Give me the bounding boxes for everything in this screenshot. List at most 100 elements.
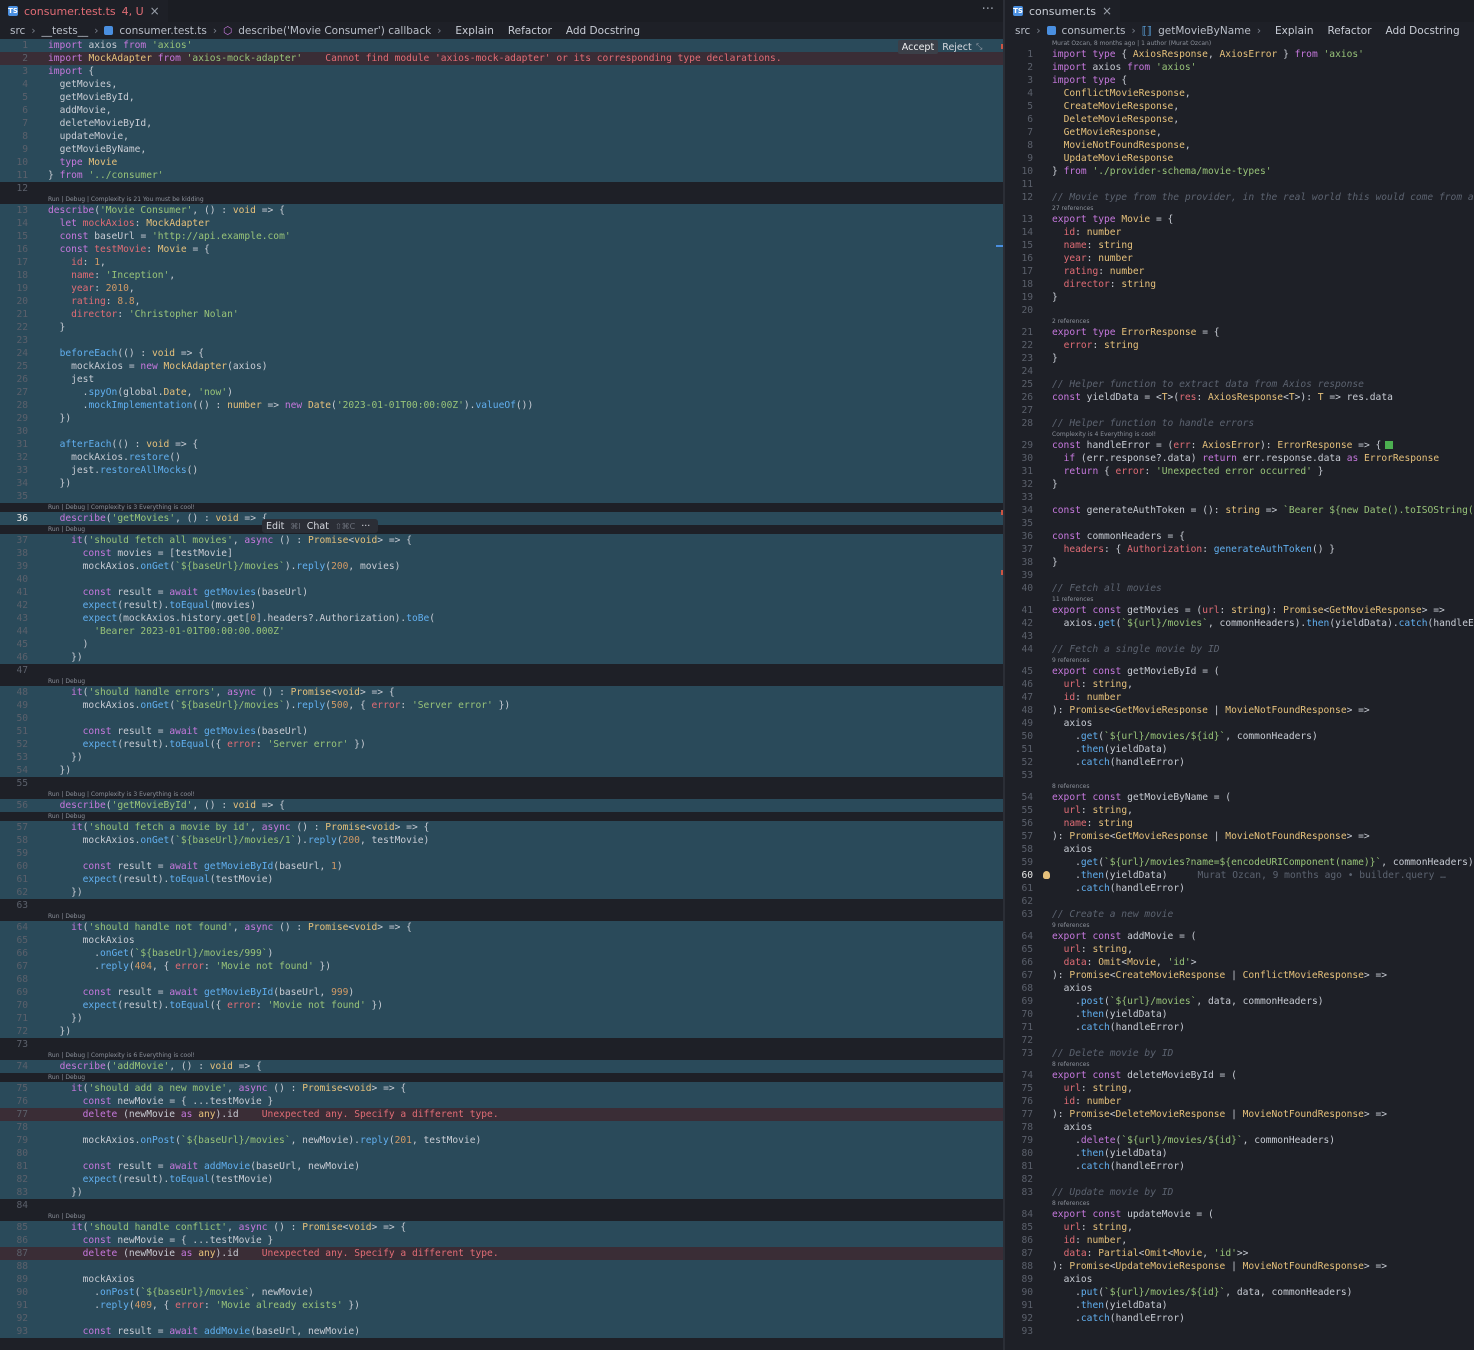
code-line[interactable]: 85 it('should handle conflict', async ()…	[0, 1221, 1004, 1234]
code-line[interactable]: 38 const movies = [testMovie]	[0, 547, 1004, 560]
explain-button[interactable]: Explain	[455, 25, 493, 37]
code-lens[interactable]: 27 references	[1052, 204, 1093, 213]
code-line[interactable]: 71 .catch(handleError)	[1005, 1021, 1474, 1034]
code-line[interactable]: 43 expect(mockAxios.history.get[0].heade…	[0, 612, 1004, 625]
breadcrumb-item[interactable]: src	[10, 25, 25, 37]
code-line[interactable]: 83 })	[0, 1186, 1004, 1199]
code-line[interactable]: 15 name: string	[1005, 239, 1474, 252]
code-line[interactable]: 93	[1005, 1325, 1474, 1338]
code-line[interactable]: 48): Promise<GetMovieResponse | MovieNot…	[1005, 704, 1474, 717]
code-line[interactable]: 23}	[1005, 352, 1474, 365]
code-line[interactable]: 42 axios.get(`${url}/movies`, commonHead…	[1005, 617, 1474, 630]
code-line[interactable]: 57 it('should fetch a movie by id', asyn…	[0, 821, 1004, 834]
code-line[interactable]: 48 it('should handle errors', async () :…	[0, 686, 1004, 699]
code-line[interactable]: 12 // Movie type from the provider, in th…	[1005, 191, 1474, 204]
code-line[interactable]: 39	[1005, 569, 1474, 582]
code-line[interactable]: 81 .catch(handleError)	[1005, 1160, 1474, 1173]
code-line[interactable]: 87 delete (newMovie as any).id Unexpecte…	[0, 1247, 1004, 1260]
code-line[interactable]: 87 data: Partial<Omit<Movie, 'id'>>	[1005, 1247, 1474, 1260]
code-line[interactable]: 63 // Create a new movie	[1005, 908, 1474, 921]
code-line[interactable]: 47	[0, 664, 1004, 677]
code-line[interactable]: 77 delete (newMovie as any).id Unexpecte…	[0, 1108, 1004, 1121]
code-line[interactable]: 35	[1005, 517, 1474, 530]
code-line[interactable]: 65 mockAxios	[0, 934, 1004, 947]
code-line[interactable]: 30	[0, 425, 1004, 438]
code-lens[interactable]: Run | Debug | Complexity is 3 Everything…	[48, 790, 195, 799]
breadcrumb-item[interactable]: consumer.test.ts	[119, 25, 206, 37]
code-line[interactable]: 49 mockAxios.onGet(`${baseUrl}/movies`).…	[0, 699, 1004, 712]
code-line[interactable]: 55	[0, 777, 1004, 790]
code-line[interactable]: 69 .post(`${url}/movies`, data, commonHe…	[1005, 995, 1474, 1008]
code-line[interactable]: 1 import type { AxiosResponse, AxiosError…	[1005, 48, 1474, 61]
code-line[interactable]: 10} from './provider-schema/movie-types'	[1005, 165, 1474, 178]
code-line[interactable]: 26 jest	[0, 373, 1004, 386]
code-lens[interactable]: 8 references	[1052, 1199, 1090, 1208]
code-line[interactable]: 40 // Fetch all movies	[1005, 582, 1474, 595]
code-line[interactable]: 9 UpdateMovieResponse	[1005, 152, 1474, 165]
code-line[interactable]: 57): Promise<GetMovieResponse | MovieNot…	[1005, 830, 1474, 843]
code-lens[interactable]: Run | Debug	[48, 1212, 85, 1221]
code-line[interactable]: 85 url: string,	[1005, 1221, 1474, 1234]
code-line[interactable]: 22 }	[0, 321, 1004, 334]
code-line[interactable]: 67): Promise<CreateMovieResponse | Confl…	[1005, 969, 1474, 982]
code-line[interactable]: 59 .get(`${url}/movies?name=${encodeURIC…	[1005, 856, 1474, 869]
code-line[interactable]: 30 if (err.response?.data) return err.re…	[1005, 452, 1474, 465]
code-line[interactable]: 72	[1005, 1034, 1474, 1047]
code-line[interactable]: 39 mockAxios.onGet(`${baseUrl}/movies`).…	[0, 560, 1004, 573]
code-line[interactable]: 19 year: 2010,	[0, 282, 1004, 295]
code-line[interactable]: 62	[1005, 895, 1474, 908]
code-line[interactable]: 19}	[1005, 291, 1474, 304]
code-line[interactable]: 82 expect(result).toEqual(testMovie)	[0, 1173, 1004, 1186]
code-line[interactable]: 58 axios	[1005, 843, 1474, 856]
code-line[interactable]: 5 getMovieById,	[0, 91, 1004, 104]
code-line[interactable]: 42 expect(result).toEqual(movies)	[0, 599, 1004, 612]
code-line[interactable]: 92 .catch(handleError)	[1005, 1312, 1474, 1325]
code-line[interactable]: 45 )	[0, 638, 1004, 651]
code-line[interactable]: 90 .put(`${url}/movies/${id}`, data, com…	[1005, 1286, 1474, 1299]
code-line[interactable]: 47 id: number	[1005, 691, 1474, 704]
code-line[interactable]: 70 expect(result).toEqual({ error: 'Movi…	[0, 999, 1004, 1012]
breadcrumb-item[interactable]: getMovieByName	[1158, 25, 1251, 37]
code-line[interactable]: 67 .reply(404, { error: 'Movie not found…	[0, 960, 1004, 973]
code-line[interactable]: 36 describe('getMovies', () : void => {	[0, 512, 1004, 525]
code-line[interactable]: 1 import axios from 'axios'	[0, 39, 1004, 52]
code-line[interactable]: 29 const handleError = (err: AxiosError):…	[1005, 439, 1474, 452]
code-line[interactable]: 22 error: string	[1005, 339, 1474, 352]
code-line[interactable]: 4 getMovies,	[0, 78, 1004, 91]
breadcrumb-item[interactable]: consumer.ts	[1062, 25, 1126, 37]
code-line[interactable]: 61 expect(result).toEqual(testMovie)	[0, 873, 1004, 886]
breadcrumb-item[interactable]: __tests__	[42, 25, 89, 37]
code-line[interactable]: 6 addMovie,	[0, 104, 1004, 117]
code-line[interactable]: 73	[0, 1038, 1004, 1051]
code-line[interactable]: 61 .catch(handleError)	[1005, 882, 1474, 895]
code-line[interactable]: 52 .catch(handleError)	[1005, 756, 1474, 769]
reject-button[interactable]: Reject	[940, 40, 974, 54]
code-line[interactable]: 84	[0, 1199, 1004, 1212]
code-line[interactable]: 2 import axios from 'axios'	[1005, 61, 1474, 74]
code-line[interactable]: 15 const baseUrl = 'http://api.example.c…	[0, 230, 1004, 243]
code-line[interactable]: 53 })	[0, 751, 1004, 764]
code-line[interactable]: 36 const commonHeaders = {	[1005, 530, 1474, 543]
code-line[interactable]: 69 const result = await getMovieById(bas…	[0, 986, 1004, 999]
code-line[interactable]: 55 url: string,	[1005, 804, 1474, 817]
code-line[interactable]: 78 axios	[1005, 1121, 1474, 1134]
code-editor[interactable]: 1 import axios from 'axios' 2 import MockAd…	[0, 39, 1004, 1350]
code-lens[interactable]: Run | Debug	[48, 525, 85, 534]
code-line[interactable]: 4 ConflictMovieResponse,	[1005, 87, 1474, 100]
close-icon[interactable]: ×	[150, 4, 160, 18]
code-line[interactable]: 29 })	[0, 412, 1004, 425]
code-lens[interactable]: 9 references	[1052, 656, 1090, 665]
code-line[interactable]: 68 axios	[1005, 982, 1474, 995]
code-line[interactable]: 86 id: number,	[1005, 1234, 1474, 1247]
code-line[interactable]: 73 // Delete movie by ID	[1005, 1047, 1474, 1060]
code-line[interactable]: 51 .then(yieldData)	[1005, 743, 1474, 756]
code-line[interactable]: 76 const newMovie = { ...testMovie }	[0, 1095, 1004, 1108]
code-line[interactable]: 35	[0, 490, 1004, 503]
code-line[interactable]: 13 export type Movie = {	[1005, 213, 1474, 226]
code-line[interactable]: 88): Promise<UpdateMovieResponse | Movie…	[1005, 1260, 1474, 1273]
code-line[interactable]: 89 mockAxios	[0, 1273, 1004, 1286]
code-line[interactable]: 20	[1005, 304, 1474, 317]
code-line[interactable]: 58 mockAxios.onGet(`${baseUrl}/movies/1`…	[0, 834, 1004, 847]
code-line[interactable]: 13 describe('Movie Consumer', () : void =…	[0, 204, 1004, 217]
code-line[interactable]: 17 rating: number	[1005, 265, 1474, 278]
